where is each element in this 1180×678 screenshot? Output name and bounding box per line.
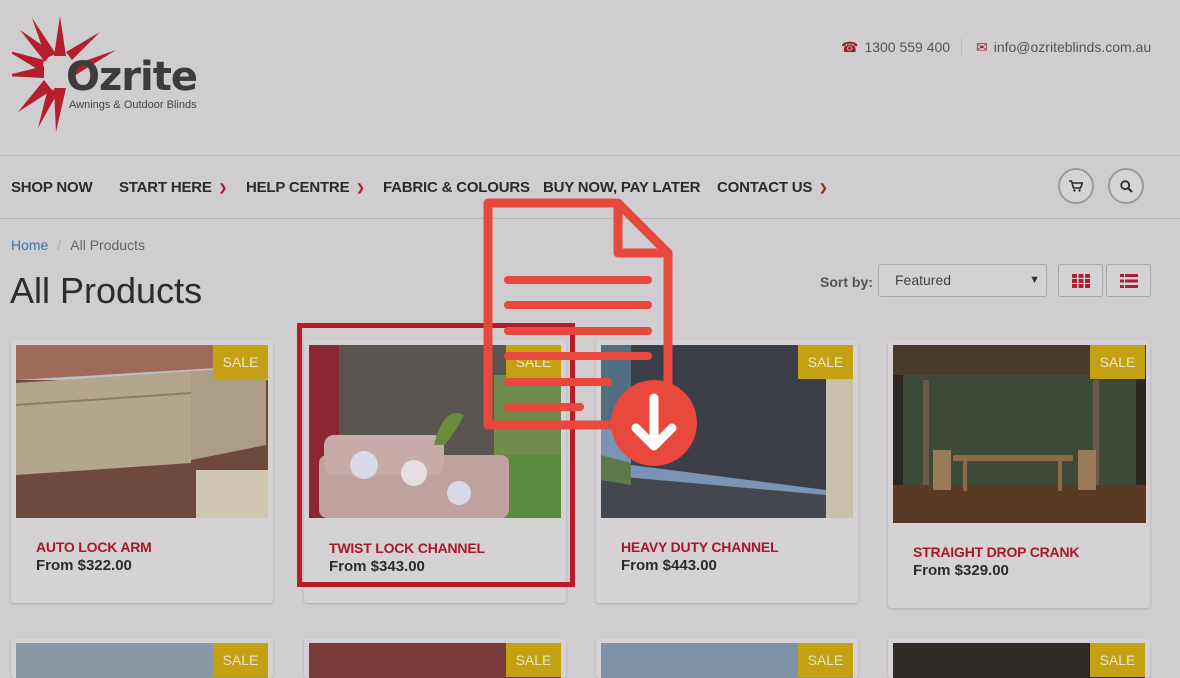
sale-badge: SALE [506, 643, 561, 677]
list-view-icon [1119, 273, 1138, 288]
sale-badge: SALE [798, 345, 853, 379]
nav-shop-now[interactable]: SHOP NOW [11, 179, 93, 196]
breadcrumb: Home / All Products [11, 237, 145, 253]
product-card[interactable]: SALE [11, 638, 273, 678]
phone-link[interactable]: ☎ 1300 559 400 [841, 39, 950, 56]
product-card[interactable]: SALE [304, 638, 566, 678]
page-title: All Products [10, 270, 203, 311]
product-card[interactable]: SALE STRAIGHT DROP CRANK From $329.00 [888, 340, 1150, 608]
nav-help-centre[interactable]: HELP CENTRE ❯ [246, 179, 365, 196]
sale-badge: SALE [506, 345, 561, 379]
cart-button[interactable] [1058, 168, 1094, 204]
chevron-down-icon: ▼ [1029, 274, 1040, 286]
product-price: From $329.00 [913, 562, 1009, 579]
email-address: info@ozriteblinds.com.au [993, 39, 1152, 55]
product-name[interactable]: HEAVY DUTY CHANNEL [621, 539, 779, 555]
nav-label: CONTACT US [717, 179, 813, 196]
chevron-down-icon: ❯ [819, 183, 828, 194]
product-card[interactable]: SALE [888, 638, 1150, 678]
ozrite-logo[interactable]: Ozrite Awnings & Outdoor Blinds [12, 14, 212, 134]
product-name[interactable]: STRAIGHT DROP CRANK [913, 544, 1079, 560]
nav-label: START HERE [119, 179, 212, 196]
nav-buy-now-pay-later[interactable]: BUY NOW, PAY LATER [543, 179, 700, 196]
product-price: From $343.00 [329, 558, 425, 575]
product-name[interactable]: AUTO LOCK ARM [36, 539, 152, 555]
product-card[interactable]: SALE AUTO LOCK ARM From $322.00 [11, 340, 273, 603]
sort-label: Sort by: [820, 274, 873, 290]
sale-badge: SALE [798, 643, 853, 677]
product-card[interactable]: SALE TWIST LOCK CHANNEL From $343.00 [304, 340, 566, 603]
nav-label: HELP CENTRE [246, 179, 350, 196]
sort-select[interactable]: Featured ▼ [878, 264, 1047, 297]
product-card[interactable]: SALE HEAVY DUTY CHANNEL From $443.00 [596, 340, 858, 603]
grid-view-icon [1071, 273, 1090, 288]
logo-tagline: Awnings & Outdoor Blinds [69, 99, 197, 111]
nav-label: BUY NOW, PAY LATER [543, 179, 701, 196]
product-card[interactable]: SALE [596, 638, 858, 678]
contact-divider [961, 38, 962, 56]
product-price: From $443.00 [621, 557, 717, 574]
breadcrumb-separator: / [57, 237, 62, 253]
product-name[interactable]: TWIST LOCK CHANNEL [329, 540, 485, 556]
breadcrumb-current: All Products [70, 237, 145, 253]
search-icon [1119, 179, 1133, 193]
nav-start-here[interactable]: START HERE ❯ [119, 179, 227, 196]
chevron-down-icon: ❯ [356, 183, 365, 194]
nav-label: FABRIC & COLOURS [383, 179, 530, 196]
breadcrumb-home-link[interactable]: Home [11, 237, 48, 253]
envelope-icon: ✉ [976, 39, 988, 55]
list-view-button[interactable] [1106, 264, 1151, 297]
sale-badge: SALE [1090, 345, 1145, 379]
sort-selected-value: Featured [895, 272, 952, 288]
site-header: Ozrite Awnings & Outdoor Blinds ☎ 1300 55… [0, 0, 1180, 156]
nav-label: SHOP NOW [11, 179, 93, 196]
main-nav: SHOP NOW START HERE ❯ HELP CENTRE ❯ FABRIC… [0, 156, 1180, 219]
sale-badge: SALE [213, 643, 268, 677]
logo-wordmark: Ozrite [66, 54, 198, 100]
chevron-down-icon: ❯ [218, 183, 227, 194]
grid-view-button[interactable] [1058, 264, 1103, 297]
product-price: From $322.00 [36, 557, 132, 574]
phone-number: 1300 559 400 [864, 39, 951, 55]
search-button[interactable] [1108, 168, 1144, 204]
cart-icon [1069, 180, 1083, 192]
nav-contact-us[interactable]: CONTACT US ❯ [717, 179, 828, 196]
email-link[interactable]: ✉ info@ozriteblinds.com.au [976, 39, 1151, 56]
phone-icon: ☎ [841, 39, 859, 55]
sale-badge: SALE [1090, 643, 1145, 677]
nav-fabric-colours[interactable]: FABRIC & COLOURS [383, 179, 530, 196]
sale-badge: SALE [213, 345, 268, 379]
